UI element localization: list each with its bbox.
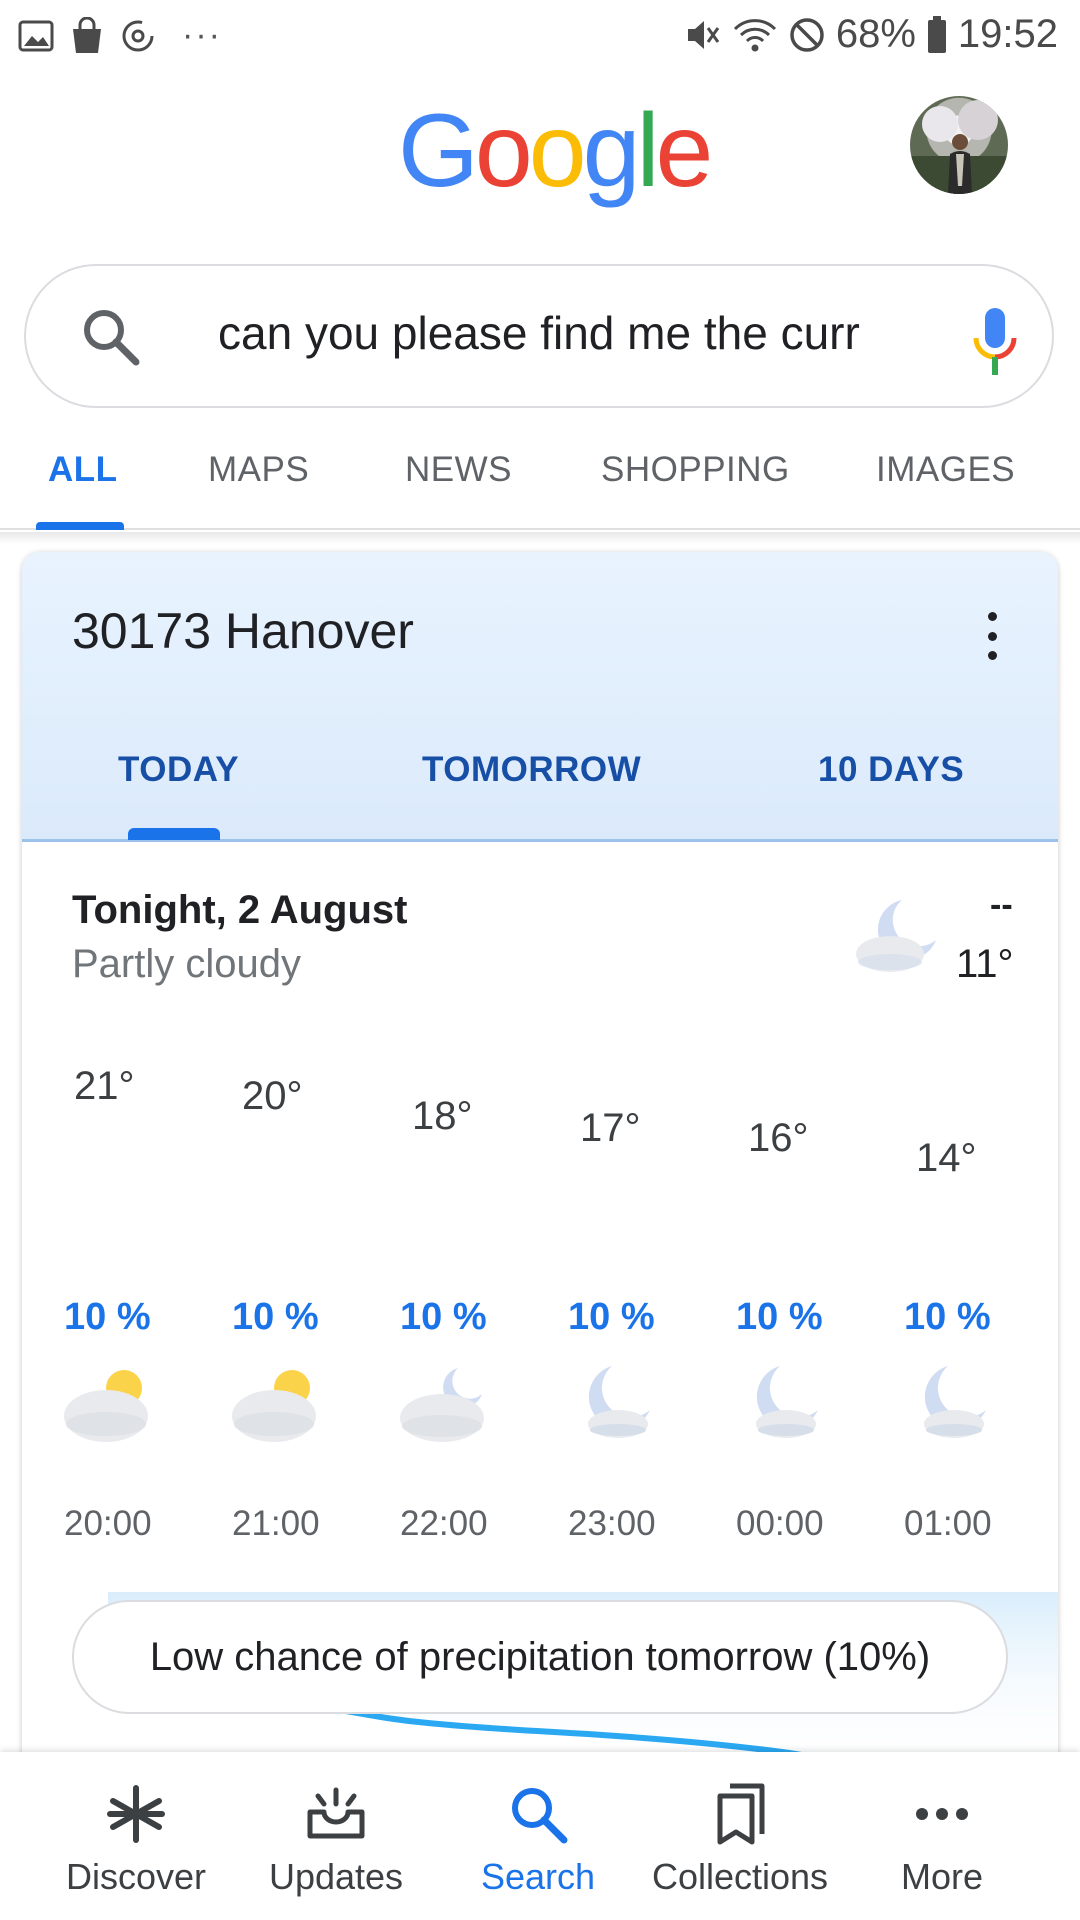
updates-tray-icon bbox=[307, 1787, 365, 1839]
mute-icon bbox=[687, 20, 720, 49]
hour-time: 01:00 bbox=[904, 1504, 992, 1543]
logo-letter: o bbox=[474, 93, 533, 209]
partly-cloudy-night-icon bbox=[400, 1368, 484, 1442]
status-bar: ··· 68% 19:52 bbox=[0, 0, 1080, 78]
weather-tab-today[interactable]: TODAY bbox=[118, 750, 239, 790]
search-bar[interactable]: can you please find me the curr bbox=[24, 264, 1054, 408]
weather-tab-indicator bbox=[128, 828, 220, 840]
search-icon[interactable] bbox=[78, 304, 142, 368]
hour-precip: 10 % bbox=[64, 1296, 151, 1338]
weather-card: 30173 Hanover TODAY TOMORROW 10 DAYS Ton… bbox=[22, 552, 1058, 1920]
mic-icon[interactable] bbox=[970, 306, 1020, 378]
bottom-navigation: Discover Updates Search Collections More bbox=[0, 1752, 1080, 1920]
tonight-low-temp: 11° bbox=[956, 942, 1014, 986]
nav-more[interactable]: More bbox=[842, 1752, 1042, 1920]
logo-letter: e bbox=[655, 93, 714, 209]
hour-temp: 21° bbox=[74, 1064, 135, 1108]
logo-letter: o bbox=[528, 93, 587, 209]
forecast-title: Tonight, 2 August bbox=[72, 888, 408, 932]
tonight-high-temp: -- bbox=[990, 886, 1013, 924]
hour-precip: 10 % bbox=[400, 1296, 487, 1338]
nav-label: More bbox=[900, 1856, 984, 1897]
weather-location: 30173 Hanover bbox=[72, 603, 414, 659]
image-icon bbox=[18, 20, 54, 51]
logo-letter: g bbox=[582, 93, 641, 209]
status-right-icons: 68% 19:52 bbox=[682, 12, 1058, 57]
google-logo: Google bbox=[398, 92, 714, 211]
hour-time: 23:00 bbox=[568, 1504, 656, 1543]
search-icon bbox=[512, 1788, 568, 1844]
bookmarks-icon bbox=[717, 1783, 765, 1845]
data-saver-icon bbox=[122, 20, 154, 51]
tab-shopping[interactable]: SHOPPING bbox=[601, 450, 790, 490]
mostly-clear-night-icon bbox=[924, 1366, 986, 1438]
nav-label: Updates bbox=[268, 1856, 404, 1897]
tab-images[interactable]: IMAGES bbox=[876, 450, 1015, 490]
avatar-photo bbox=[910, 100, 1008, 194]
do-not-disturb-icon bbox=[790, 17, 824, 52]
hour-temp: 14° bbox=[916, 1136, 977, 1180]
nav-label: Search bbox=[480, 1856, 596, 1897]
asterisk-icon bbox=[107, 1785, 165, 1843]
status-left-icons: ··· bbox=[18, 16, 222, 55]
search-input[interactable]: can you please find me the curr bbox=[218, 306, 908, 366]
mostly-clear-night-icon bbox=[588, 1366, 650, 1438]
google-app-screen: ··· 68% 19:52 Google can you please find… bbox=[0, 0, 1080, 1920]
more-dots-icon bbox=[916, 1808, 968, 1820]
hour-precip: 10 % bbox=[232, 1296, 319, 1338]
hour-precip: 10 % bbox=[736, 1296, 823, 1338]
tabs-shadow bbox=[0, 532, 1080, 544]
nav-updates[interactable]: Updates bbox=[236, 1752, 436, 1920]
more-options-icon[interactable] bbox=[982, 606, 1002, 666]
tab-maps[interactable]: MAPS bbox=[208, 450, 309, 490]
mostly-clear-night-icon bbox=[856, 900, 936, 972]
logo-letter: l bbox=[636, 93, 659, 209]
tab-news[interactable]: NEWS bbox=[405, 450, 512, 490]
nav-search[interactable]: Search bbox=[438, 1752, 638, 1920]
account-avatar[interactable] bbox=[910, 96, 1008, 194]
active-tab-indicator bbox=[36, 522, 124, 530]
status-overflow-dots: ··· bbox=[182, 16, 222, 54]
hour-temp: 16° bbox=[748, 1116, 809, 1160]
nav-label: Discover bbox=[65, 1856, 207, 1897]
mostly-clear-night-icon bbox=[756, 1366, 818, 1438]
nav-discover[interactable]: Discover bbox=[36, 1752, 236, 1920]
hour-temp: 17° bbox=[580, 1106, 641, 1150]
hour-temp: 18° bbox=[412, 1094, 473, 1138]
nav-collections[interactable]: Collections bbox=[640, 1752, 840, 1920]
hour-time: 00:00 bbox=[736, 1504, 824, 1543]
weather-tab-10-days[interactable]: 10 DAYS bbox=[818, 750, 964, 790]
hour-time: 22:00 bbox=[400, 1504, 488, 1543]
shopping-bag-icon bbox=[73, 16, 101, 53]
forecast-condition: Partly cloudy bbox=[72, 942, 301, 986]
battery-icon bbox=[927, 15, 946, 53]
result-type-tabs: ALL MAPS NEWS SHOPPING IMAGES bbox=[0, 430, 1080, 530]
battery-percent: 68% bbox=[835, 12, 916, 56]
hour-temp: 20° bbox=[242, 1074, 303, 1118]
hour-precip: 10 % bbox=[568, 1296, 655, 1338]
partly-cloudy-day-icon bbox=[232, 1370, 316, 1442]
hour-time: 21:00 bbox=[232, 1504, 320, 1543]
weather-card-header: 30173 Hanover TODAY TOMORROW 10 DAYS bbox=[22, 552, 1058, 842]
wifi-icon bbox=[733, 18, 776, 51]
hour-time: 20:00 bbox=[64, 1504, 152, 1543]
weather-tab-tomorrow[interactable]: TOMORROW bbox=[422, 750, 641, 790]
nav-label: Collections bbox=[651, 1856, 829, 1897]
logo-letter: G bbox=[398, 93, 479, 209]
clock: 19:52 bbox=[957, 12, 1058, 56]
partly-cloudy-day-icon bbox=[64, 1370, 148, 1442]
hour-precip: 10 % bbox=[904, 1296, 991, 1338]
tab-all[interactable]: ALL bbox=[48, 450, 118, 490]
precipitation-summary-chip[interactable]: Low chance of precipitation tomorrow (10… bbox=[72, 1600, 1008, 1714]
